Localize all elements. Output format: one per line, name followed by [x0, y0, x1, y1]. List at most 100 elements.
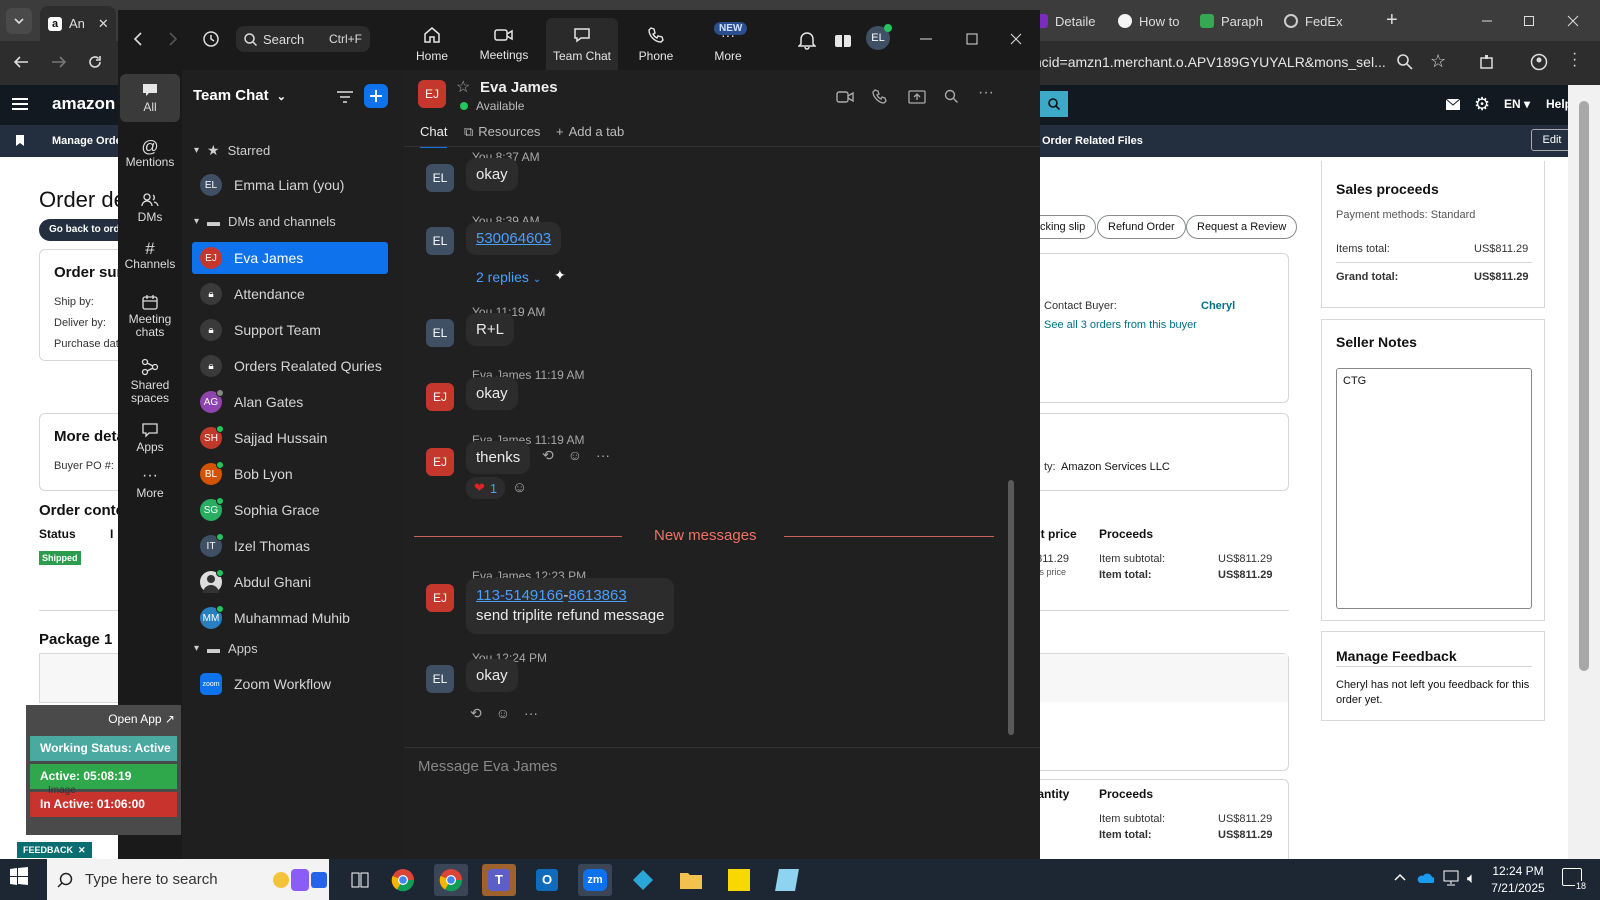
more-options-icon[interactable]: ···	[524, 705, 538, 722]
reload-icon[interactable]	[86, 53, 104, 71]
order-related-files-link[interactable]: Order Related Files	[1042, 135, 1143, 147]
zoom-search-box[interactable]: Search Ctrl+F	[236, 26, 370, 52]
browser-tab-paraphrase[interactable]: Paraph	[1200, 8, 1272, 34]
language-selector[interactable]: EN ▾	[1504, 97, 1530, 111]
file-explorer-taskbar-icon[interactable]	[674, 864, 708, 896]
video-call-icon[interactable]	[836, 90, 854, 104]
message-bubble[interactable]: okay	[466, 158, 518, 191]
sidebar-item-orders-queries[interactable]: 🔒︎ Orders Realated Quries	[192, 350, 388, 382]
contact-name[interactable]: Eva James	[480, 79, 558, 96]
nav-home[interactable]: Home	[396, 18, 468, 70]
rail-more[interactable]: ··· More	[120, 468, 180, 500]
amazon-search-button[interactable]	[1040, 91, 1068, 117]
nav-phone[interactable]: Phone	[620, 18, 692, 70]
rail-mentions[interactable]: @ Mentions	[120, 138, 180, 169]
mail-icon[interactable]	[1446, 99, 1460, 110]
message-bubble[interactable]: R+L	[466, 313, 514, 346]
sidebar-item-support-team[interactable]: 🔒︎ Support Team	[192, 314, 388, 346]
notification-center-icon[interactable]: 18	[1562, 868, 1587, 891]
browser-tab-how-to[interactable]: How to	[1118, 8, 1190, 34]
rail-all[interactable]: All	[120, 74, 180, 122]
ai-sparkle-icon[interactable]: ✦	[554, 267, 566, 284]
buyer-name-link[interactable]: Cheryl	[1201, 300, 1235, 312]
task-view-icon[interactable]	[343, 864, 377, 896]
sidebar-item-sophia-grace[interactable]: SG Sophia Grace	[192, 494, 388, 526]
sidebar-item-eva-james[interactable]: EJ Eva James	[192, 242, 388, 274]
close-icon[interactable]	[1010, 33, 1022, 45]
sidebar-item-abdul-ghani[interactable]: Abdul Ghani	[192, 566, 388, 598]
chrome-taskbar-icon[interactable]	[386, 864, 420, 896]
message-link[interactable]: 530064603	[476, 230, 551, 247]
feedback-tab[interactable]: FEEDBACK ✕	[17, 842, 92, 858]
open-app-link[interactable]: Open App ↗	[108, 712, 175, 726]
manage-orders-link[interactable]: Manage Order	[52, 135, 126, 147]
message-link[interactable]: 113-5149166	[476, 587, 563, 604]
sidebar-item-zoom-workflow[interactable]: zoom Zoom Workflow	[192, 668, 388, 700]
back-icon[interactable]	[12, 53, 30, 71]
extensions-icon[interactable]	[1478, 53, 1496, 71]
gift-icon[interactable]	[834, 30, 852, 48]
starred-section-header[interactable]: ▾ ★ Starred	[194, 142, 270, 159]
browser-tab-detailed[interactable]: Detaile	[1034, 8, 1106, 34]
bookmark-star-icon[interactable]: ☆	[1430, 51, 1446, 72]
app-diamond-taskbar-icon[interactable]	[626, 864, 660, 896]
rail-channels[interactable]: # Channels	[120, 240, 180, 271]
filter-icon[interactable]	[337, 90, 353, 104]
nav-team-chat[interactable]: Team Chat	[546, 18, 618, 70]
sidebar-item-emma-liam[interactable]: EL Emma Liam (you)	[192, 169, 388, 201]
maximize-icon[interactable]	[966, 33, 978, 45]
browser-tab-fedex[interactable]: FedEx	[1284, 8, 1356, 34]
profile-icon[interactable]	[1530, 53, 1548, 71]
outlook-taskbar-icon[interactable]: O	[530, 864, 564, 896]
tab-search-button[interactable]	[6, 8, 32, 34]
seller-notes-textarea[interactable]: CTG	[1336, 368, 1532, 609]
edit-button[interactable]: Edit	[1531, 129, 1573, 151]
team-chat-title[interactable]: Team Chat ⌄	[193, 87, 286, 104]
message-bubble[interactable]: 530064603	[466, 222, 562, 255]
tab-chat[interactable]: Chat	[420, 124, 448, 148]
minimize-icon[interactable]	[920, 38, 932, 40]
message-bubble[interactable]: thenks	[466, 441, 531, 474]
reply-icon[interactable]: ⟲	[542, 447, 554, 464]
message-link[interactable]: 8613863	[568, 587, 626, 604]
replies-link[interactable]: 2 replies ⌄	[476, 269, 541, 285]
share-screen-icon[interactable]	[908, 89, 926, 105]
teams-taskbar-icon[interactable]: T	[482, 864, 516, 896]
more-options-icon[interactable]: ···	[596, 447, 610, 464]
apps-section-header[interactable]: ▾ ▬ Apps	[194, 641, 258, 656]
chrome-profile-taskbar-icon[interactable]	[434, 864, 468, 896]
chat-scrollbar-thumb[interactable]	[1008, 480, 1014, 735]
rail-apps[interactable]: Apps	[120, 422, 180, 454]
tab-resources[interactable]: ⧉ Resources	[464, 124, 540, 140]
phone-call-icon[interactable]	[872, 89, 888, 105]
gear-icon[interactable]: ⚙	[1474, 94, 1490, 115]
close-window-icon[interactable]	[1562, 10, 1584, 32]
more-options-icon[interactable]: ···	[978, 84, 994, 102]
sidebar-item-attendance[interactable]: 🔒︎ Attendance	[192, 278, 388, 310]
bell-icon[interactable]	[798, 30, 816, 50]
windows-start-button[interactable]	[10, 867, 28, 885]
sidebar-item-izel-thomas[interactable]: IT Izel Thomas	[192, 530, 388, 562]
sidebar-item-muhammad-muhib[interactable]: MM Muhammad Muhib	[192, 602, 388, 634]
add-reaction-icon[interactable]: ☺	[496, 705, 510, 722]
message-bubble[interactable]: okay	[466, 659, 518, 692]
page-scrollbar[interactable]	[1568, 85, 1600, 859]
zoom-magnifier-icon[interactable]	[1396, 53, 1414, 71]
go-back-button[interactable]: Go back to ord	[39, 219, 129, 241]
browser-tab-amazon[interactable]: a An ✕	[40, 6, 116, 41]
address-bar[interactable]: mcid=amzn1.merchant.o.APV189GYUYALR&mons…	[1030, 47, 1390, 77]
request-review-button[interactable]: Request a Review	[1186, 215, 1298, 239]
clock[interactable]: 12:24 PM 7/21/2025	[1484, 863, 1552, 897]
refund-order-button[interactable]: Refund Order	[1097, 215, 1186, 239]
rail-shared-spaces[interactable]: Shared spaces	[120, 358, 180, 405]
new-chat-button[interactable]	[364, 84, 388, 108]
chrome-menu-icon[interactable]: · · ·	[1572, 46, 1577, 74]
sidebar-item-alan-gates[interactable]: AG Alan Gates	[192, 386, 388, 418]
forward-icon[interactable]	[168, 32, 178, 46]
history-icon[interactable]	[202, 30, 220, 48]
close-icon[interactable]: ✕	[78, 842, 86, 858]
message-bubble[interactable]: okay	[466, 377, 518, 410]
message-bubble[interactable]: 113-5149166-8613863 send triplite refund…	[466, 578, 675, 634]
add-tab-button[interactable]: + Add a tab	[556, 124, 624, 139]
scrollbar-thumb[interactable]	[1579, 101, 1589, 671]
